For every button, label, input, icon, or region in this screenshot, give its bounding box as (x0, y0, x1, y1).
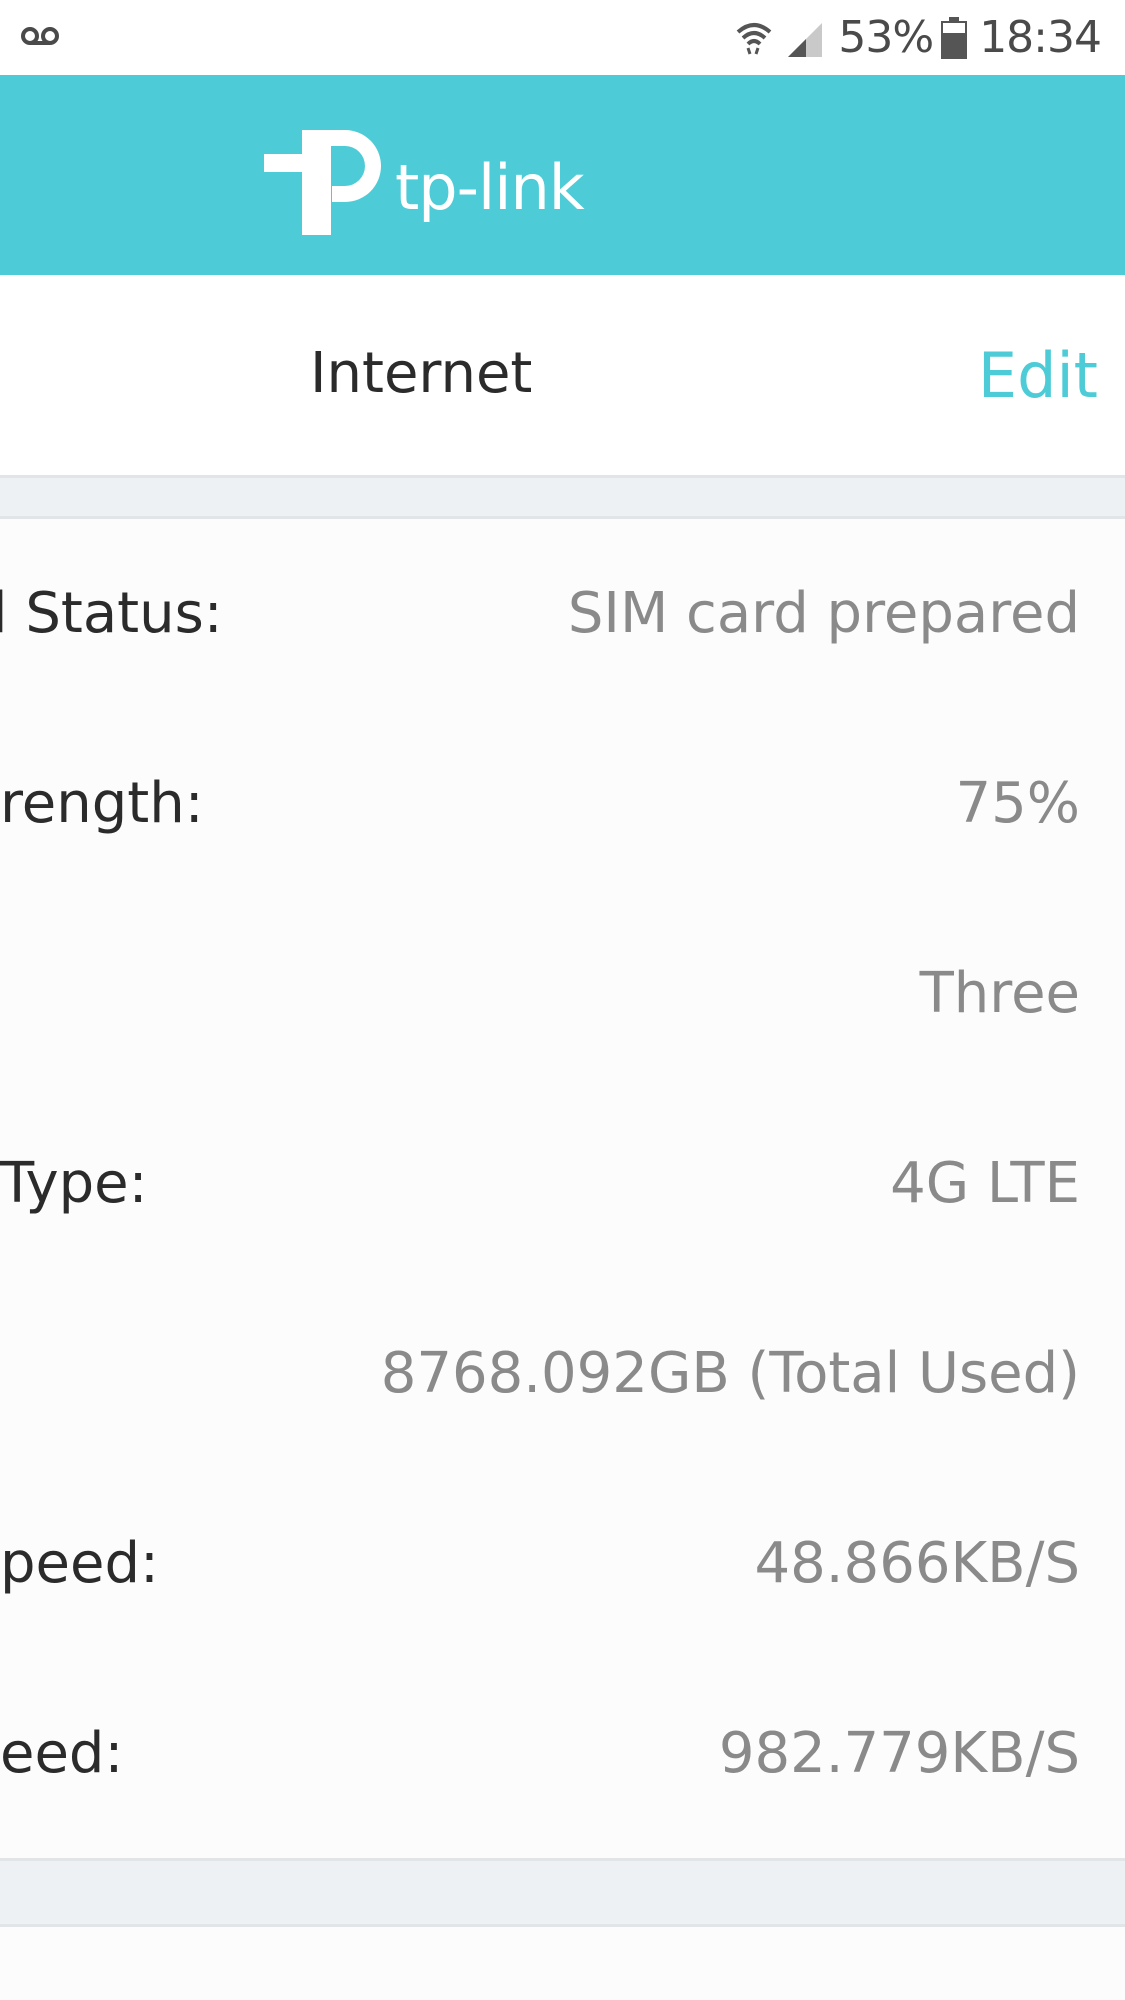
voicemail-icon (21, 27, 59, 45)
section-divider (0, 478, 1125, 519)
row-value: 75% (955, 771, 1080, 836)
row-value: SIM card prepared (567, 581, 1080, 646)
row-data-usage: 8768.092GB (Total Used) (0, 1279, 1125, 1469)
clock: 18:34 (979, 12, 1102, 63)
wifi-icon (737, 22, 772, 54)
battery-percent: 53% (838, 12, 934, 63)
row-download-speed: eed: 982.779KB/S (0, 1659, 1125, 1849)
brand-wordmark: tp-link (395, 151, 585, 224)
row-isp: Three (0, 899, 1125, 1089)
row-value: 982.779KB/S (718, 1721, 1080, 1786)
row-label: rength: (0, 771, 204, 836)
row-label: eed: (0, 1721, 124, 1786)
status-bar: 53% 18:34 (0, 0, 1125, 75)
row-value: 8768.092GB (Total Used) (380, 1341, 1080, 1406)
edit-button[interactable]: Edit (978, 339, 1098, 412)
row-value: 48.866KB/S (754, 1531, 1081, 1596)
app-header: tp-link (0, 75, 1125, 275)
title-bar: Internet Edit (0, 275, 1125, 478)
internet-details-list: l Status: SIM card prepared rength: 75% … (0, 519, 1125, 1858)
row-network-type: Type: 4G LTE (0, 1089, 1125, 1279)
row-value: 4G LTE (890, 1151, 1080, 1216)
row-label: Type: (0, 1151, 148, 1216)
row-upload-speed: peed: 48.866KB/S (0, 1469, 1125, 1659)
row-signal-strength: rength: 75% (0, 709, 1125, 899)
row-label: l Status: (0, 581, 223, 646)
next-section (0, 1927, 1125, 2000)
row-value: Three (919, 961, 1080, 1026)
battery-icon (941, 16, 968, 59)
row-label: peed: (0, 1531, 159, 1596)
page-title: Internet (310, 341, 533, 406)
row-sim-status: l Status: SIM card prepared (0, 519, 1125, 709)
section-divider (0, 1858, 1125, 1927)
cell-signal-icon (788, 22, 823, 57)
